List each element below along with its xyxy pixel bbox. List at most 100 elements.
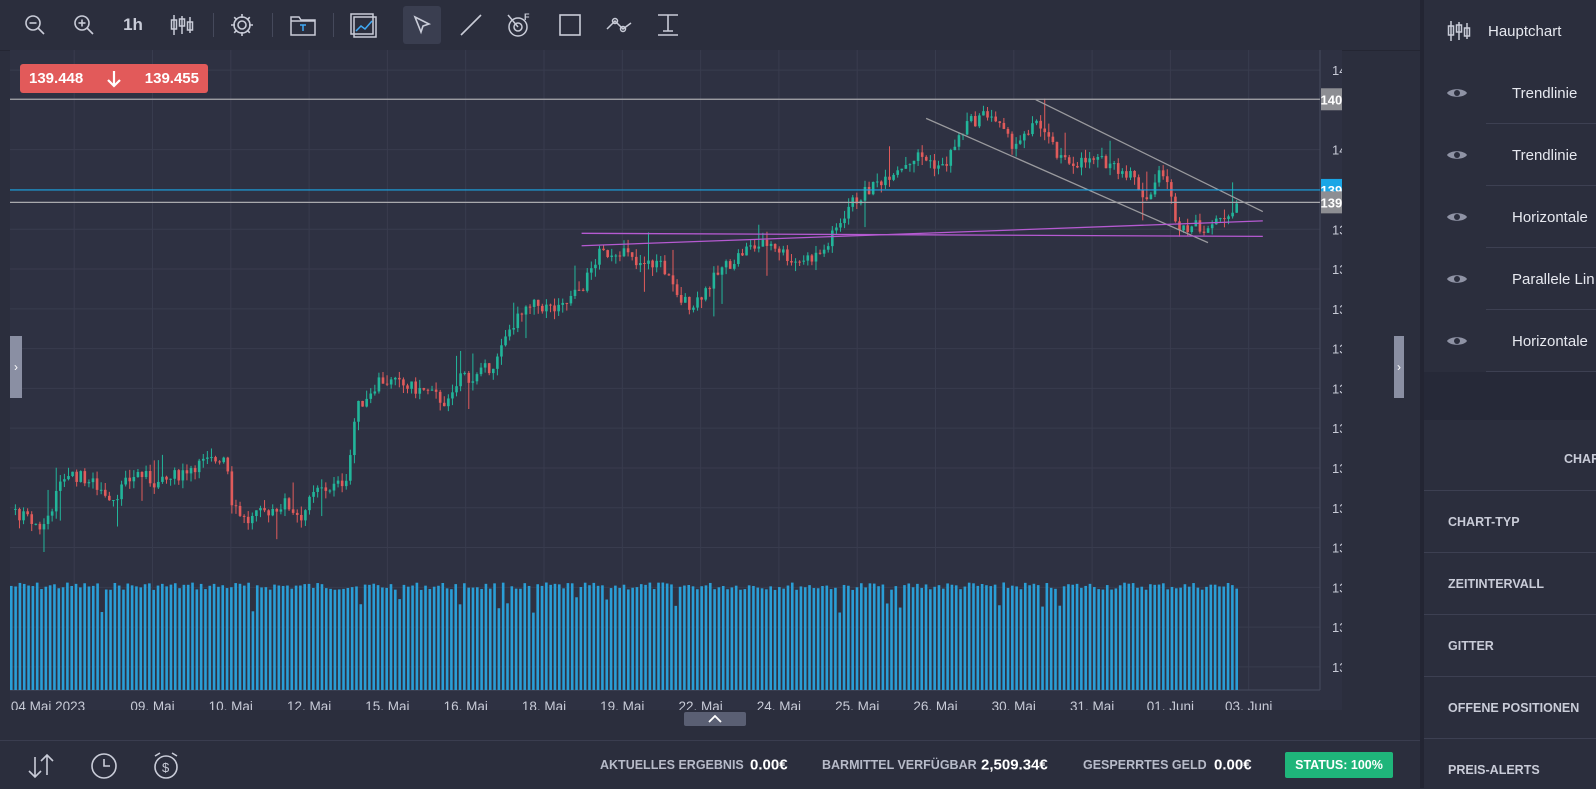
volume-bar <box>10 585 13 690</box>
candle-body <box>659 260 663 262</box>
candle-body <box>1055 142 1059 158</box>
line-tool-icon[interactable] <box>452 6 490 44</box>
volume-bar <box>350 587 354 690</box>
candlestick-icon[interactable] <box>163 6 201 44</box>
settings-section-row[interactable]: OFFENE POSITIONEN <box>1424 677 1596 739</box>
volume-bar <box>316 583 319 690</box>
settings-section-row[interactable]: PREIS-ALERTS <box>1424 739 1596 788</box>
volume-bar <box>851 589 854 690</box>
volume-bar <box>329 588 332 690</box>
volume-bar <box>752 585 755 690</box>
candle-body <box>491 368 495 374</box>
drawing-layer-row[interactable]: Parallele Lin <box>1424 248 1596 310</box>
gear-icon[interactable] <box>223 6 261 44</box>
volume-bar <box>428 588 432 690</box>
text-tool-icon[interactable] <box>649 6 687 44</box>
settings-section-row[interactable]: GITTER <box>1424 615 1596 677</box>
price-alert-icon[interactable]: $ <box>149 749 183 783</box>
volume-bar <box>135 586 138 690</box>
fibonacci-icon[interactable]: F <box>501 6 539 44</box>
rectangle-icon[interactable] <box>551 6 589 44</box>
indicator-icon[interactable] <box>344 6 382 44</box>
x-tick-label: 30. Mai <box>992 699 1036 710</box>
interval-selector[interactable]: 1h <box>114 6 152 44</box>
volume-bar <box>829 589 833 690</box>
candle-body <box>986 111 989 118</box>
candle-body <box>71 471 74 477</box>
candle-body <box>426 389 430 391</box>
candle-body <box>259 508 262 511</box>
drawing-layer-row[interactable]: Horizontale <box>1424 186 1596 248</box>
volume-bar <box>57 588 61 690</box>
candle-body <box>128 477 132 482</box>
volume-panel-toggle[interactable] <box>684 712 746 726</box>
left-panel-toggle[interactable]: › <box>10 336 22 398</box>
drawing-layer-row[interactable]: Horizontale <box>1424 310 1596 372</box>
volume-bar <box>333 589 337 690</box>
volume-bar <box>596 585 600 690</box>
volume-bar <box>674 605 678 690</box>
volume-bar <box>1153 584 1157 690</box>
volume-bar <box>169 584 173 690</box>
candle-body <box>349 455 352 481</box>
drawing-layer-row[interactable]: Trendlinie <box>1424 124 1596 186</box>
drawing-layer-row[interactable]: Trendlinie <box>1424 62 1596 124</box>
candle-body <box>1161 170 1165 177</box>
candle-body <box>344 480 348 487</box>
volume-bar <box>1179 587 1182 690</box>
zoom-out-icon[interactable] <box>16 6 54 44</box>
path-tool-icon[interactable] <box>600 6 638 44</box>
quote-badge[interactable]: 139.448 139.455 <box>20 64 208 93</box>
candle-body <box>671 275 675 285</box>
volume-bar <box>1088 583 1092 690</box>
candle-body <box>728 261 732 269</box>
chart-area[interactable]: 141.376 140.907 140.096 139.248 138.815 138.1… <box>10 50 1342 710</box>
main-chart-layer[interactable]: Hauptchart <box>1424 0 1596 62</box>
right-panel-toggle[interactable]: › <box>1394 336 1404 398</box>
volume-bar <box>307 583 311 690</box>
candle-body <box>112 499 115 501</box>
candle-body <box>822 249 826 254</box>
volume-bar <box>165 586 168 690</box>
candle-body <box>471 381 475 383</box>
settings-section-row[interactable]: CHART-TYP <box>1424 491 1596 553</box>
eye-icon[interactable] <box>1446 272 1468 286</box>
eye-icon[interactable] <box>1446 148 1468 162</box>
candle-body <box>26 511 29 515</box>
clock-icon[interactable] <box>87 749 121 783</box>
candle-body <box>38 523 42 530</box>
candle-body <box>1121 171 1124 174</box>
cursor-icon[interactable] <box>403 6 441 44</box>
row-divider <box>1424 552 1596 553</box>
row-divider <box>1424 676 1596 677</box>
ask-price: 139.455 <box>144 70 199 87</box>
volume-bar <box>238 583 242 690</box>
volume-bar <box>1205 586 1208 690</box>
volume-bar <box>475 587 479 690</box>
eye-icon[interactable] <box>1446 210 1468 224</box>
template-icon[interactable] <box>284 6 322 44</box>
candle-body <box>610 255 614 257</box>
volume-bar <box>657 582 660 690</box>
result-label: AKTUELLES ERGEBNIS <box>600 758 744 772</box>
eye-icon[interactable] <box>1446 86 1468 100</box>
candle-body <box>1100 156 1104 158</box>
chevron-up-icon <box>708 715 722 723</box>
candle-body <box>332 483 336 491</box>
zoom-in-icon[interactable] <box>65 6 103 44</box>
candle-body <box>132 477 136 482</box>
volume-bar <box>104 589 108 690</box>
volume-bar <box>687 585 691 690</box>
candle-body <box>324 487 328 491</box>
right-panel: Hauptchart Trendlinie Trendlinie Horizonta… <box>1420 0 1596 788</box>
price-chart[interactable]: 141.376 140.907 140.096 139.248 138.815 138.1… <box>10 50 1342 710</box>
status-button[interactable]: STATUS: 100% <box>1285 752 1393 778</box>
candle-body <box>924 156 928 161</box>
settings-section-row[interactable]: ZEITINTERVALL <box>1424 553 1596 615</box>
volume-bar <box>557 584 561 690</box>
eye-icon[interactable] <box>1446 334 1468 348</box>
volume-bar <box>1209 584 1213 690</box>
candle-body <box>1214 218 1218 225</box>
sort-arrows-icon[interactable] <box>24 749 58 783</box>
candle-body <box>598 248 601 265</box>
